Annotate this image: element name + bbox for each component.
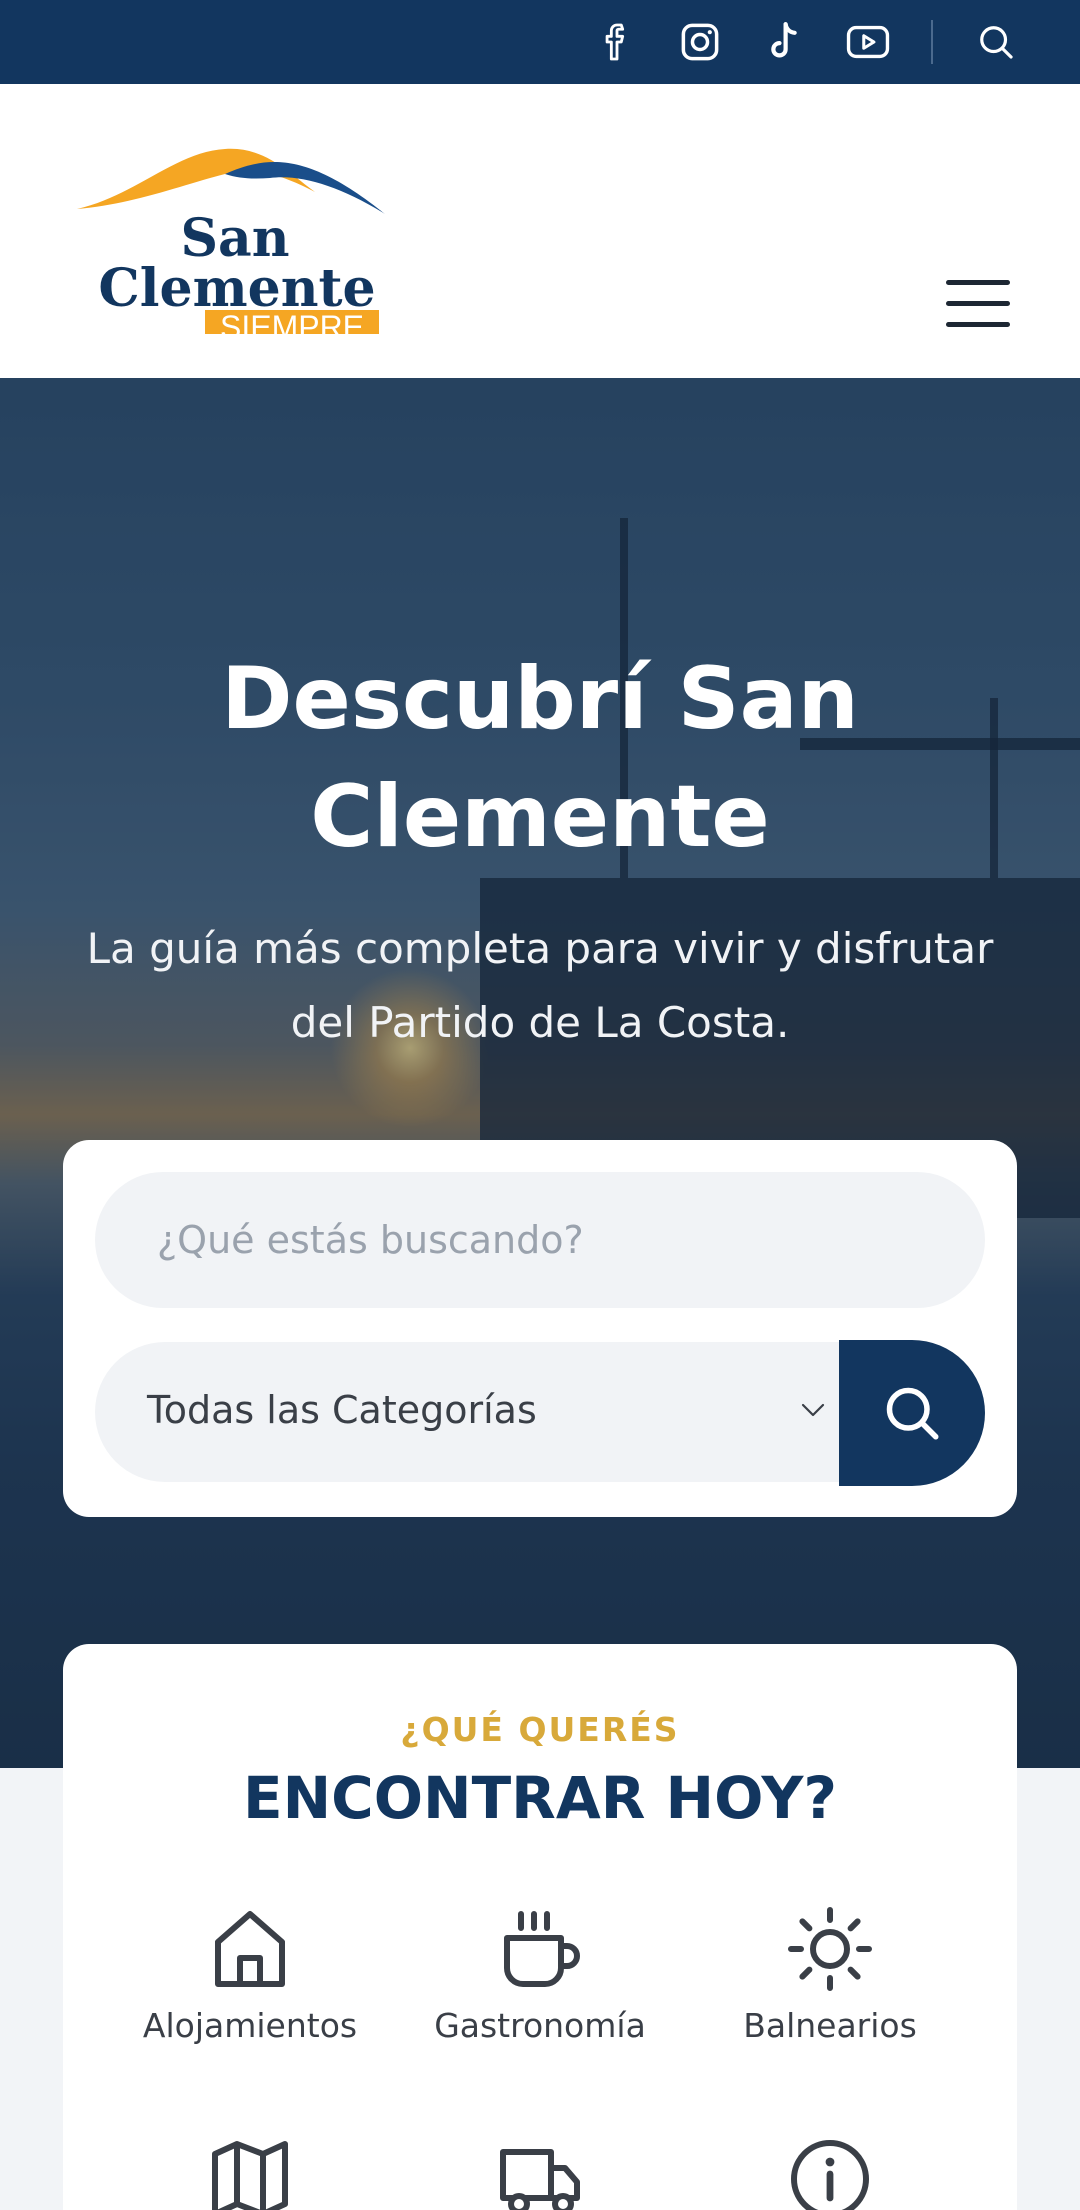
- category-balnearios[interactable]: Balnearios: [690, 1904, 970, 2054]
- hero-section: Descubrí San Clemente La guía más comple…: [0, 378, 1080, 1768]
- category-select[interactable]: Todas las Categorías: [95, 1342, 840, 1482]
- coffee-cup-icon: [495, 1904, 585, 1994]
- category-map[interactable]: [110, 2134, 390, 2210]
- hero-subtitle: La guía más completa para vivir y disfru…: [40, 912, 1040, 1060]
- search-card: Todas las Categorías: [63, 1140, 1017, 1517]
- hero-title-line2: Clemente: [310, 767, 770, 867]
- truck-icon: [495, 2134, 585, 2210]
- categories-card: ¿QUÉ QUERÉS ENCONTRAR HOY? Alojamientos …: [63, 1644, 1017, 2210]
- hero-title: Descubrí San Clemente: [0, 640, 1080, 876]
- categories-title: ENCONTRAR HOY?: [243, 1764, 837, 1832]
- search-icon[interactable]: [974, 20, 1018, 64]
- hero-overlay: [0, 378, 1080, 1768]
- category-label: Balnearios: [743, 2006, 917, 2045]
- chevron-down-icon: [801, 1402, 825, 1423]
- categories-kicker: ¿QUÉ QUERÉS: [400, 1710, 680, 1749]
- san-clemente-logo[interactable]: San Clemente SIEMPRE: [75, 134, 395, 346]
- site-header: San Clemente SIEMPRE: [0, 84, 1080, 378]
- facebook-icon[interactable]: [595, 20, 639, 64]
- hamburger-menu-icon[interactable]: [946, 278, 1010, 330]
- social-topbar: [0, 0, 1080, 84]
- search-button[interactable]: [839, 1340, 985, 1486]
- category-select-value: Todas las Categorías: [147, 1388, 537, 1432]
- search-icon: [886, 1387, 939, 1440]
- topbar-divider: [931, 20, 933, 64]
- tiktok-icon[interactable]: [762, 20, 806, 64]
- hero-subtitle-line1: La guía más completa para vivir y disfru…: [86, 924, 994, 973]
- instagram-icon[interactable]: [678, 20, 722, 64]
- youtube-icon[interactable]: [846, 20, 890, 64]
- home-icon: [205, 1904, 295, 1994]
- category-info[interactable]: [690, 2134, 970, 2210]
- category-label: Alojamientos: [142, 2006, 358, 2045]
- svg-text:SIEMPRE: SIEMPRE: [220, 309, 364, 334]
- hero-subtitle-line2: del Partido de La Costa.: [290, 998, 790, 1047]
- category-label: Gastronomía: [434, 2006, 646, 2045]
- info-icon: [785, 2134, 875, 2210]
- category-truck[interactable]: [400, 2134, 680, 2210]
- hero-title-line1: Descubrí San: [221, 649, 859, 749]
- sun-icon: [785, 1904, 875, 1994]
- map-icon: [205, 2134, 295, 2210]
- category-gastronomia[interactable]: Gastronomía: [400, 1904, 680, 2054]
- search-input[interactable]: [95, 1172, 985, 1308]
- category-alojamientos[interactable]: Alojamientos: [110, 1904, 390, 2054]
